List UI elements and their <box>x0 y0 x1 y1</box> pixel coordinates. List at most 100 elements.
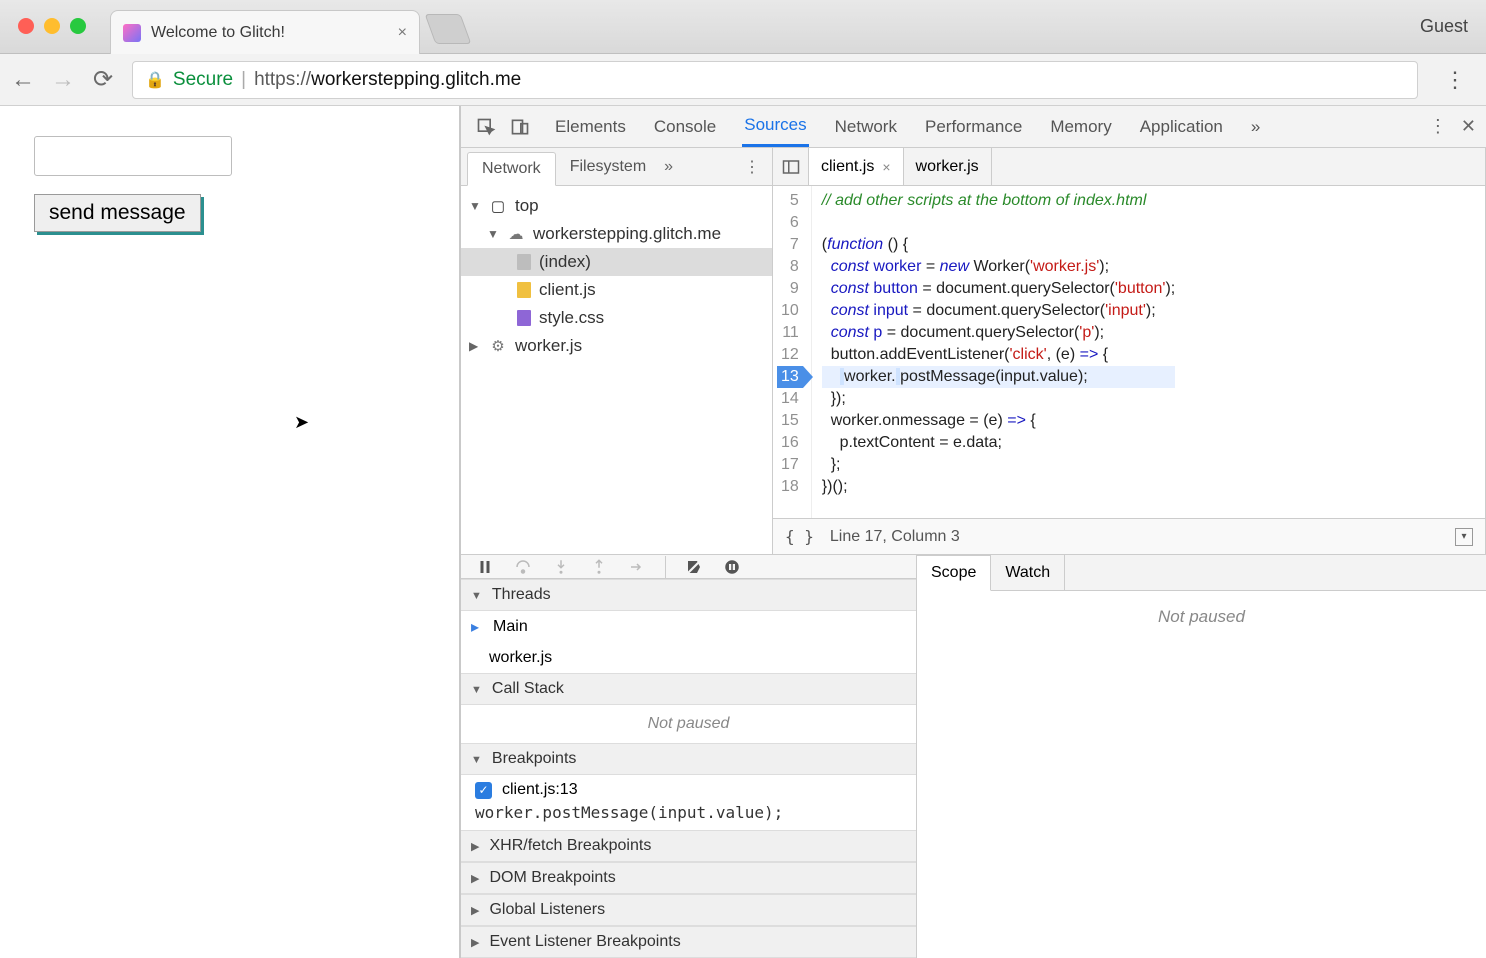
minimize-window-icon[interactable] <box>44 18 60 34</box>
section-label: Call Stack <box>492 680 564 698</box>
sources-navigator: Network Filesystem » ⋮ ▼▢top ▼☁workerste… <box>461 148 773 554</box>
breakpoint-code: worker.postMessage(input.value); <box>461 801 916 830</box>
section-callstack[interactable]: Call Stack <box>461 673 916 705</box>
tree-file-index[interactable]: (index) <box>461 248 772 276</box>
message-input[interactable] <box>34 136 232 176</box>
tab-scope[interactable]: Scope <box>917 555 991 591</box>
step-out-button <box>589 557 609 577</box>
deactivate-breakpoints-button[interactable] <box>684 557 704 577</box>
navigator-overflow-icon[interactable]: » <box>664 148 673 185</box>
section-xhr-breakpoints[interactable]: XHR/fetch Breakpoints <box>461 830 916 862</box>
inspect-element-icon[interactable] <box>471 112 501 142</box>
tab-console[interactable]: Console <box>652 106 718 147</box>
thread-main[interactable]: Main <box>461 611 916 643</box>
close-window-icon[interactable] <box>18 18 34 34</box>
send-message-button[interactable]: send message <box>34 194 201 232</box>
window-controls <box>18 18 86 34</box>
browser-tab[interactable]: Welcome to Glitch! × <box>110 10 420 54</box>
url-protocol: https:// <box>254 69 311 90</box>
document-icon <box>517 254 531 270</box>
tree-file-label: style.css <box>539 308 604 328</box>
section-event-listener-breakpoints[interactable]: Event Listener Breakpoints <box>461 926 916 958</box>
editor-tab-close-icon[interactable]: × <box>882 159 890 175</box>
tab-memory[interactable]: Memory <box>1048 106 1113 147</box>
css-file-icon <box>517 310 531 326</box>
tree-domain-label: workerstepping.glitch.me <box>533 224 721 244</box>
tab-close-icon[interactable]: × <box>398 24 407 42</box>
cursor-position: Line 17, Column 3 <box>830 528 960 546</box>
new-tab-button[interactable] <box>425 14 472 44</box>
tree-worker-label: worker.js <box>515 336 582 356</box>
breakpoint-item[interactable]: ✓ client.js:13 <box>461 775 916 801</box>
tree-file-label: client.js <box>539 280 596 300</box>
editor-more-icon[interactable]: ▾ <box>1455 528 1473 546</box>
tab-performance[interactable]: Performance <box>923 106 1024 147</box>
tree-domain[interactable]: ▼☁workerstepping.glitch.me <box>461 220 772 248</box>
section-label: Breakpoints <box>492 750 577 768</box>
devtools-tabbar: Elements Console Sources Network Perform… <box>461 106 1486 148</box>
tab-sources[interactable]: Sources <box>742 106 808 147</box>
url-host: workerstepping.glitch.me <box>311 69 521 90</box>
mouse-cursor-icon: ➤ <box>294 412 309 433</box>
step-button <box>627 557 647 577</box>
tab-elements[interactable]: Elements <box>553 106 628 147</box>
tree-top[interactable]: ▼▢top <box>461 192 772 220</box>
browser-menu-icon[interactable]: ⋮ <box>1436 67 1474 93</box>
editor-tab-label: worker.js <box>916 158 979 176</box>
reload-button[interactable]: ⟳ <box>92 69 114 91</box>
page-viewport: send message ➤ <box>0 106 460 958</box>
tree-file-label: (index) <box>539 252 591 272</box>
lock-icon: 🔒 <box>145 70 165 90</box>
step-into-button <box>551 557 571 577</box>
maximize-window-icon[interactable] <box>70 18 86 34</box>
tree-file-clientjs[interactable]: client.js <box>461 276 772 304</box>
devtools-menu-icon[interactable]: ⋮ <box>1429 116 1447 137</box>
code-editor[interactable]: 56789101112131415161718 // add other scr… <box>773 186 1485 518</box>
breakpoint-label: client.js:13 <box>502 781 578 799</box>
breakpoint-checkbox[interactable]: ✓ <box>475 782 492 799</box>
toggle-navigator-icon[interactable] <box>773 148 809 185</box>
devtools-close-icon[interactable]: ✕ <box>1461 116 1476 137</box>
editor-tab-label: client.js <box>821 158 874 176</box>
pause-on-exceptions-button[interactable] <box>722 557 742 577</box>
address-bar[interactable]: 🔒 Secure | https://workerstepping.glitch… <box>132 61 1418 99</box>
editor-tab-clientjs[interactable]: client.js × <box>809 148 904 185</box>
section-label: Global Listeners <box>489 901 605 919</box>
pretty-print-icon[interactable]: { } <box>785 527 814 546</box>
section-dom-breakpoints[interactable]: DOM Breakpoints <box>461 862 916 894</box>
section-threads[interactable]: Threads <box>461 579 916 611</box>
profile-label[interactable]: Guest <box>1420 16 1468 37</box>
tab-application[interactable]: Application <box>1138 106 1225 147</box>
thread-label: worker.js <box>489 649 552 667</box>
section-label: Threads <box>492 586 551 604</box>
tab-network[interactable]: Network <box>833 106 899 147</box>
navigator-tab-network[interactable]: Network <box>467 152 556 186</box>
pause-button[interactable] <box>475 557 495 577</box>
editor-tab-workerjs[interactable]: worker.js <box>904 148 992 185</box>
scope-status: Not paused <box>917 591 1486 958</box>
section-label: Event Listener Breakpoints <box>489 933 680 951</box>
favicon-icon <box>123 24 141 42</box>
thread-worker[interactable]: worker.js <box>461 643 916 673</box>
secure-label: Secure <box>173 69 233 91</box>
browser-toolbar: ← → ⟳ 🔒 Secure | https://workerstepping.… <box>0 54 1486 106</box>
forward-button: → <box>52 69 74 91</box>
tree-worker[interactable]: ▶⚙worker.js <box>461 332 772 360</box>
debugger-toolbar <box>461 555 916 579</box>
js-file-icon <box>517 282 531 298</box>
section-label: DOM Breakpoints <box>489 869 615 887</box>
debugger-pane: Threads Main worker.js Call Stack Not pa… <box>461 554 1486 958</box>
tree-top-label: top <box>515 196 539 216</box>
browser-titlebar: Welcome to Glitch! × Guest <box>0 0 1486 54</box>
back-button[interactable]: ← <box>12 69 34 91</box>
navigator-menu-icon[interactable]: ⋮ <box>732 148 772 185</box>
navigator-tab-filesystem[interactable]: Filesystem <box>556 148 660 185</box>
section-global-listeners[interactable]: Global Listeners <box>461 894 916 926</box>
devtools-panel: Elements Console Sources Network Perform… <box>460 106 1486 958</box>
tab-watch[interactable]: Watch <box>991 555 1065 590</box>
section-breakpoints[interactable]: Breakpoints <box>461 743 916 775</box>
device-toolbar-icon[interactable] <box>505 112 535 142</box>
tabs-overflow-icon[interactable]: » <box>1249 106 1262 147</box>
tree-file-stylecss[interactable]: style.css <box>461 304 772 332</box>
thread-label: Main <box>493 618 528 636</box>
